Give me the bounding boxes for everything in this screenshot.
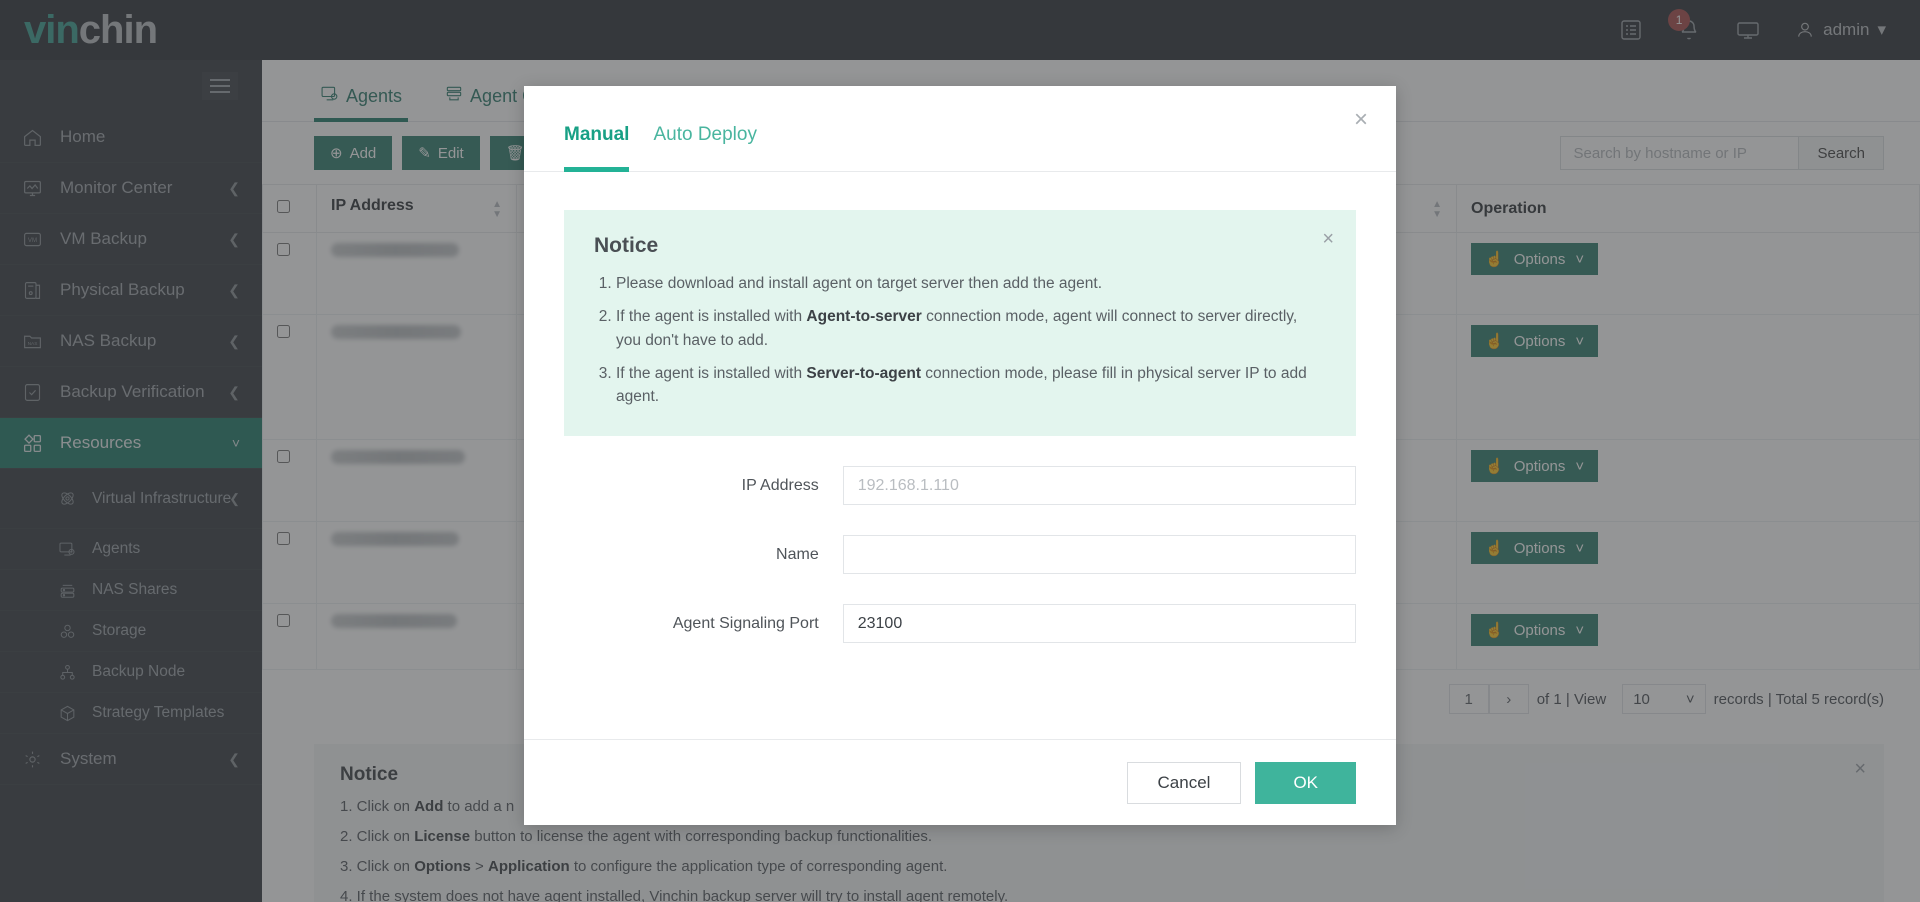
field-row-name: Name xyxy=(564,535,1356,575)
dialog-tab-manual[interactable]: Manual xyxy=(564,123,630,172)
dialog-footer: Cancel OK xyxy=(524,739,1396,825)
dialog-header: Manual Auto Deploy × xyxy=(524,86,1396,172)
name-label: Name xyxy=(776,545,819,563)
dialog-tab-auto-deploy[interactable]: Auto Deploy xyxy=(653,124,757,154)
agent-signaling-port-input[interactable] xyxy=(842,604,1356,644)
name-input[interactable] xyxy=(842,535,1356,575)
field-row-agent-signaling-port: Agent Signaling Port xyxy=(564,604,1356,644)
notice-emphasis: Agent-to-server xyxy=(806,308,922,326)
dialog-notice: × Notice Please download and install age… xyxy=(564,210,1356,437)
ok-button[interactable]: OK xyxy=(1255,761,1356,804)
add-agent-dialog: Manual Auto Deploy × × Notice Please dow… xyxy=(524,86,1396,825)
tab-label: Auto Deploy xyxy=(653,123,757,145)
notice-emphasis: Server-to-agent xyxy=(806,364,921,382)
field-row-ip-address: IP Address xyxy=(564,466,1356,506)
close-icon[interactable]: × xyxy=(1322,228,1334,251)
dialog-notice-title: Notice xyxy=(594,234,659,257)
cancel-button[interactable]: Cancel xyxy=(1126,761,1242,804)
ip-address-label: IP Address xyxy=(741,476,819,494)
dialog-body: × Notice Please download and install age… xyxy=(524,172,1396,739)
notice-list-item: If the agent is installed with Server-to… xyxy=(616,362,1326,409)
dialog-notice-list: Please download and install agent on tar… xyxy=(616,272,1326,408)
ip-address-input[interactable] xyxy=(842,466,1356,506)
close-icon[interactable]: × xyxy=(1354,108,1368,132)
notice-list-item: Please download and install agent on tar… xyxy=(616,272,1326,295)
notice-list-item: If the agent is installed with Agent-to-… xyxy=(616,305,1326,352)
application-root: vinchin 1 xyxy=(0,0,1920,902)
agent-signaling-port-label: Agent Signaling Port xyxy=(672,614,819,632)
tab-label: Manual xyxy=(564,123,630,145)
